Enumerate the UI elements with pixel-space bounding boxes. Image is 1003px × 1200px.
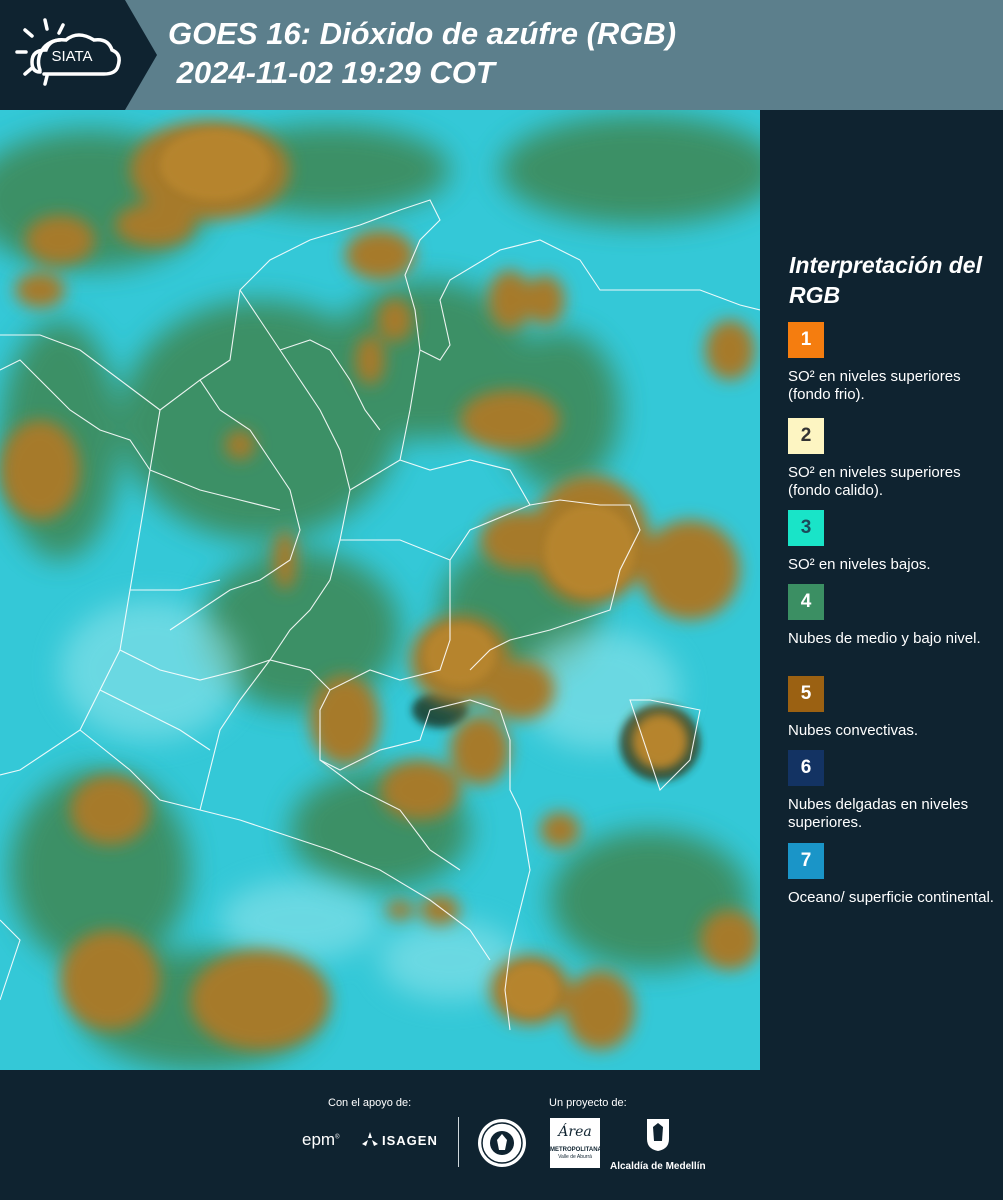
footer: Con el apoyo de: Un proyecto de: epm® IS… <box>0 1070 1003 1200</box>
legend-label-1: SO² en niveles superiores (fondo frio). <box>788 368 961 403</box>
legend-swatch-7: 7 <box>788 843 824 879</box>
legend-label-6: Nubes delgadas en niveles superiores. <box>788 796 969 831</box>
legend-number: 1 <box>800 329 812 350</box>
footer-divider <box>458 1117 459 1167</box>
legend-label-2: SO² en niveles superiores (fondo calido)… <box>788 464 961 499</box>
seal-icon <box>478 1119 526 1167</box>
seal-logo <box>477 1118 527 1173</box>
isagen-text: ISAGEN <box>382 1132 438 1148</box>
satellite-map <box>0 110 760 1070</box>
alcaldia-shield-icon <box>646 1119 669 1151</box>
legend-number: 6 <box>800 757 812 778</box>
legend-panel: Interpretación del RGB 1 SO² en niveles … <box>760 110 1003 1070</box>
epm-logo: epm® <box>302 1130 340 1149</box>
isagen-logo: ISAGEN <box>360 1132 438 1148</box>
legend-label-7: Oceano/ superficie continental. <box>788 889 994 906</box>
legend-item-1: 1 SO² en niveles superiores (fondo frio)… <box>788 322 998 404</box>
legend-swatch-5: 5 <box>788 676 824 712</box>
legend-item-6: 6 Nubes delgadas en niveles superiores. <box>788 750 998 832</box>
legend-label-3: SO² en niveles bajos. <box>788 556 931 573</box>
header: SIATA GOES 16: Dióxido de azúfre (RGB) 2… <box>0 0 1003 110</box>
epm-logo-text: epm <box>302 1130 336 1149</box>
support-label: Con el apoyo de: <box>328 1097 412 1109</box>
isagen-icon <box>362 1132 378 1146</box>
legend-number: 7 <box>800 850 812 871</box>
legend-label-5: Nubes convectivas. <box>788 722 919 739</box>
legend-item-4: 4 Nubes de medio y bajo nivel. <box>788 584 998 648</box>
legend-swatch-6: 6 <box>788 750 824 786</box>
alcaldia-logo: Alcaldía de Medellín <box>610 1117 706 1172</box>
legend-item-5: 5 Nubes convectivas. <box>788 676 998 740</box>
project-label: Un proyecto de: <box>549 1097 627 1109</box>
legend-number: 2 <box>800 425 812 446</box>
title-line-2: 2024-11-02 19:29 COT <box>168 55 495 90</box>
legend-swatch-3: 3 <box>788 510 824 546</box>
legend-title: Interpretación del RGB <box>789 252 982 308</box>
alcaldia-text: Alcaldía de Medellín <box>610 1161 706 1172</box>
page-title: GOES 16: Dióxido de azúfre (RGB) 2024-11… <box>168 14 676 92</box>
satellite-image <box>0 110 760 1070</box>
legend-label-4: Nubes de medio y bajo nivel. <box>788 630 981 647</box>
siata-logo: SIATA <box>0 0 160 110</box>
legend-swatch-2: 2 <box>788 418 824 454</box>
legend-number: 3 <box>800 517 812 538</box>
metropolitana-line1: METROPOLITANA <box>550 1147 602 1153</box>
svg-text:SIATA: SIATA <box>51 48 92 65</box>
legend-swatch-4: 4 <box>788 584 824 620</box>
legend-swatch-1: 1 <box>788 322 824 358</box>
legend-item-7: 7 Oceano/ superficie continental. <box>788 843 998 907</box>
metropolitana-logo: Área METROPOLITANA Valle de Aburrá <box>550 1118 602 1168</box>
legend-number: 4 <box>800 591 812 612</box>
legend-item-2: 2 SO² en niveles superiores (fondo calid… <box>788 418 998 500</box>
title-line-1: GOES 16: Dióxido de azúfre (RGB) <box>168 16 677 51</box>
metropolitana-line2: Valle de Aburrá <box>558 1154 592 1160</box>
sun-cloud-logo-icon: SIATA <box>0 0 157 110</box>
legend-number: 5 <box>800 683 812 704</box>
legend-item-3: 3 SO² en niveles bajos. <box>788 510 998 574</box>
metropolitana-script: Área <box>558 1124 592 1140</box>
